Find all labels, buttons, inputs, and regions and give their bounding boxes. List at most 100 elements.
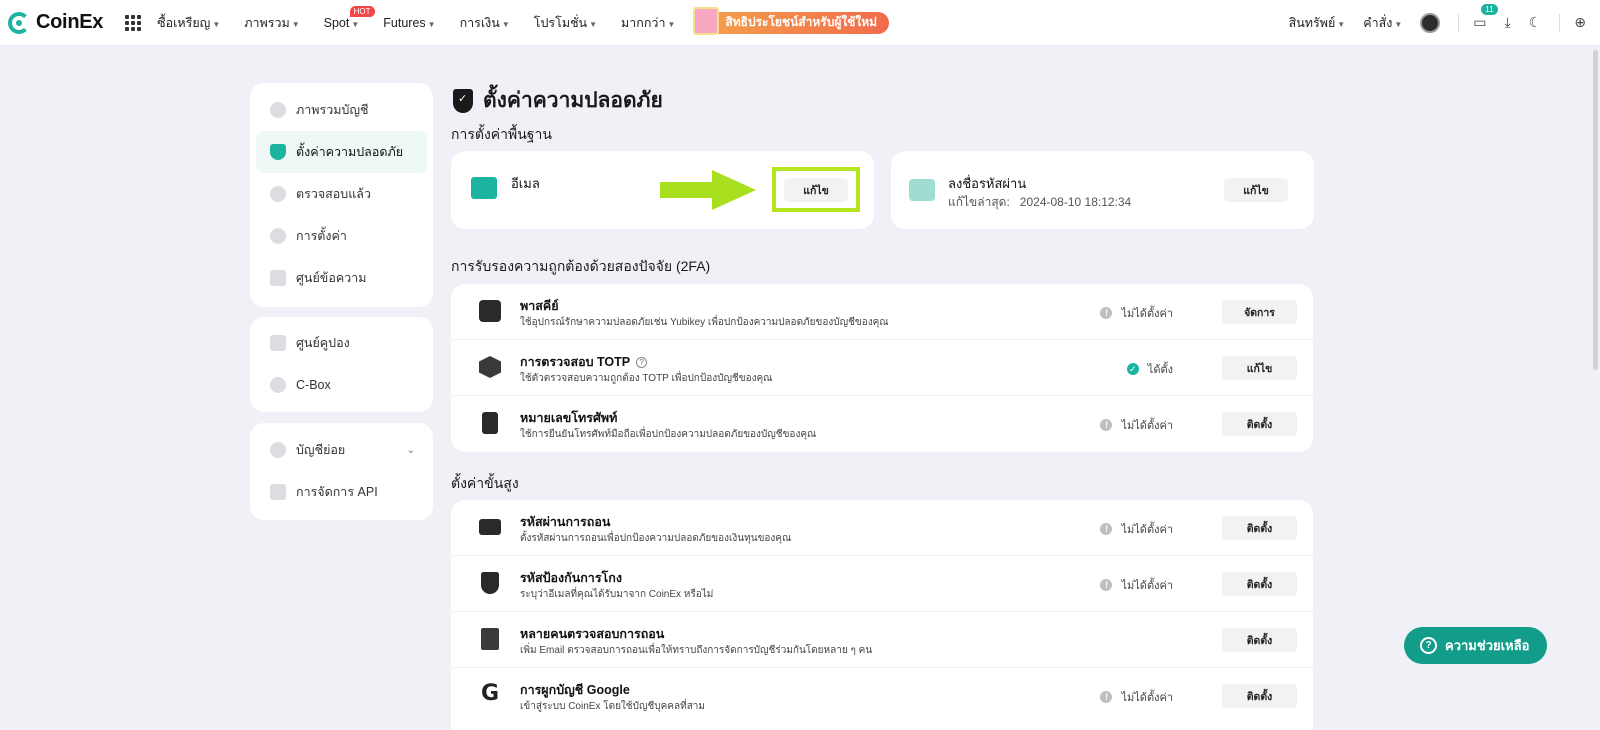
advanced-row-anti-phishing: รหัสป้องกันการโกง ระบุว่าอีเมลที่คุณได้ร… xyxy=(451,556,1313,612)
google-setup-button[interactable]: ติดตั้ง xyxy=(1222,684,1297,708)
status-badge: ! ไม่ได้ตั้งค่า xyxy=(1100,416,1173,434)
sidebar-item-subaccount[interactable]: บัญชีย่อย ⌄ xyxy=(250,429,433,471)
totp-lock-icon xyxy=(479,356,501,378)
status-dot-icon: ! xyxy=(1100,579,1113,591)
globe-icon[interactable]: ⊕ xyxy=(1574,14,1586,31)
sidebar-item-settings[interactable]: การตั้งค่า xyxy=(250,215,433,257)
new-user-promo-button[interactable]: สิทธิประโยชน์สำหรับผู้ใช้ใหม่ xyxy=(693,6,890,35)
nav-assets[interactable]: สินทรัพย์ ▼ xyxy=(1289,13,1346,33)
anti-phishing-shield-icon xyxy=(481,572,499,594)
passkey-lock-icon xyxy=(479,300,501,322)
brand-name: CoinEx xyxy=(36,11,104,33)
shield-icon xyxy=(453,88,473,113)
notification-badge: 11 xyxy=(1481,4,1498,15)
advanced-row-google: G การผูกบัญชี Google เข้าสู่ระบบ CoinEx … xyxy=(451,668,1313,724)
status-dot-icon: ! xyxy=(1100,307,1113,319)
caret-down-icon: ▼ xyxy=(667,19,676,29)
annotation-arrow-icon xyxy=(660,170,756,210)
nav-orders[interactable]: คำสั่ง ▼ xyxy=(1363,13,1402,33)
caret-down-icon: ▼ xyxy=(1337,19,1346,29)
page-scrollbar[interactable] xyxy=(1593,50,1598,370)
shield-icon xyxy=(270,144,286,160)
caret-down-icon: ▼ xyxy=(501,19,510,29)
twofa-list: พาสคีย์ ใช้อุปกรณ์รักษาความปลอดภัยเช่น Y… xyxy=(451,284,1313,452)
mail-icon xyxy=(471,177,497,199)
chevron-down-icon[interactable]: ⌄ xyxy=(407,445,415,456)
coinex-logo[interactable]: CoinEx xyxy=(8,11,103,34)
sidebar-rewards-group: ศูนย์คูปอง C-Box xyxy=(250,317,433,412)
nav-buy-crypto[interactable]: ซื้อเหรียญ ▼ xyxy=(157,13,220,33)
multi-approval-setup-button[interactable]: ติดตั้ง xyxy=(1222,628,1297,652)
caret-down-icon: ▼ xyxy=(351,19,360,29)
nav-futures[interactable]: Futures ▼ xyxy=(383,16,435,30)
anti-phishing-setup-button[interactable]: ติดตั้ง xyxy=(1222,572,1297,596)
pie-chart-icon xyxy=(270,102,286,118)
lock-icon xyxy=(909,179,935,201)
caret-down-icon: ▼ xyxy=(1394,19,1403,29)
sidebar-item-messages[interactable]: ศูนย์ข้อความ xyxy=(250,257,433,299)
page-title: ตั้งค่าความปลอดภัย xyxy=(453,84,663,117)
email-title: อีเมล xyxy=(511,176,540,191)
download-icon[interactable]: ⤓ xyxy=(1505,14,1511,31)
status-badge: ! ไม่ได้ตั้งค่า xyxy=(1100,520,1173,538)
moon-icon[interactable]: ☾ xyxy=(1529,14,1542,31)
promo-label: สิทธิประโยชน์สำหรับผู้ใช้ใหม่ xyxy=(725,15,878,29)
nav-spot[interactable]: Spot ▼ HOT xyxy=(324,5,375,30)
totp-edit-button[interactable]: แก้ไข xyxy=(1222,356,1297,380)
subaccount-icon xyxy=(270,442,286,458)
hot-badge: HOT xyxy=(349,5,375,17)
help-button[interactable]: ? ความช่วยเหลือ xyxy=(1404,627,1547,664)
nav-finance[interactable]: การเงิน ▼ xyxy=(460,13,510,33)
status-badge: ! ไม่ได้ตั้งค่า xyxy=(1100,576,1173,594)
divider xyxy=(1559,13,1561,32)
grid-icon[interactable] xyxy=(125,14,142,31)
login-password-title: ลงชื่อรหัสผ่าน xyxy=(948,176,1027,191)
sidebar-item-coupon-center[interactable]: ศูนย์คูปอง xyxy=(250,322,433,364)
withdraw-password-setup-button[interactable]: ติดตั้ง xyxy=(1222,516,1297,540)
question-icon: ? xyxy=(1420,637,1437,654)
last-modified: แก้ไขล่าสุด: 2024-08-10 18:12:34 xyxy=(948,195,1132,209)
message-icon[interactable]: ▭ 11 xyxy=(1473,4,1498,31)
sidebar-account-group: ภาพรวมบัญชี ตั้งค่าความปลอดภัย ตรวจสอบแล… xyxy=(250,83,433,307)
sidebar-item-verified[interactable]: ตรวจสอบแล้ว xyxy=(250,173,433,215)
sidebar-item-api-management[interactable]: การจัดการ API xyxy=(250,471,433,513)
document-search-icon xyxy=(481,628,499,650)
twofa-title: การรับรองความถูกต้องด้วยสองปัจจัย (2FA) xyxy=(451,258,711,274)
caret-down-icon: ▼ xyxy=(291,19,300,29)
verified-icon xyxy=(270,186,286,202)
gift-icon xyxy=(693,6,720,35)
password-edit-button[interactable]: แก้ไข xyxy=(1224,178,1288,202)
twofa-row-passkey: พาสคีย์ ใช้อุปกรณ์รักษาความปลอดภัยเช่น Y… xyxy=(451,284,1313,340)
coinex-logo-icon xyxy=(8,11,30,34)
nav-overview[interactable]: ภาพรวม ▼ xyxy=(244,13,299,33)
status-badge: ! ไม่ได้ตั้งค่า xyxy=(1100,304,1173,322)
twofa-row-phone: หมายเลขโทรศัพท์ ใช้การยืนยันโทรศัพท์มือถ… xyxy=(451,396,1313,452)
avatar-icon[interactable] xyxy=(1420,12,1441,33)
cbox-icon xyxy=(270,377,286,393)
status-dot-icon: ! xyxy=(1100,419,1113,431)
caret-down-icon: ▼ xyxy=(589,19,598,29)
message-icon xyxy=(270,270,286,286)
help-icon[interactable]: ? xyxy=(636,357,648,368)
advanced-row-multi-approval: หลายคนตรวจสอบการถอน เพิ่ม Email ตรวจสอบก… xyxy=(451,612,1313,668)
nav-promotions[interactable]: โปรโมชั่น ▼ xyxy=(534,13,597,33)
card-icon xyxy=(479,519,501,535)
advanced-list: รหัสผ่านการถอน ตั้งรหัสผ่านการถอนเพื่อปก… xyxy=(451,500,1313,730)
nav-more[interactable]: มากกว่า ▼ xyxy=(621,13,675,33)
sidebar-item-security[interactable]: ตั้งค่าความปลอดภัย xyxy=(256,131,427,173)
advanced-settings-title: ตั้งค่าขั้นสูง xyxy=(451,475,519,491)
advanced-row-withdraw-password: รหัสผ่านการถอน ตั้งรหัสผ่านการถอนเพื่อปก… xyxy=(451,500,1313,556)
status-badge: ✓ ได้ตั้ง xyxy=(1126,360,1173,378)
last-modified-value: 2024-08-10 18:12:34 xyxy=(1019,195,1132,209)
passkey-manage-button[interactable]: จัดการ xyxy=(1222,300,1297,324)
sidebar-item-account-overview[interactable]: ภาพรวมบัญชี xyxy=(250,89,433,131)
status-badge: ! ไม่ได้ตั้งค่า xyxy=(1100,688,1173,706)
google-icon: G xyxy=(480,680,500,706)
sidebar-item-cbox[interactable]: C-Box xyxy=(250,364,433,406)
gear-icon xyxy=(270,228,286,244)
caret-down-icon: ▼ xyxy=(212,19,221,29)
phone-setup-button[interactable]: ติดตั้ง xyxy=(1222,412,1297,436)
annotation-highlight-box xyxy=(772,167,860,212)
status-dot-icon: ! xyxy=(1100,523,1113,535)
twofa-row-totp: การตรวจสอบ TOTP? ใช้ตัวตรวจสอบความถูกต้อ… xyxy=(451,340,1313,396)
